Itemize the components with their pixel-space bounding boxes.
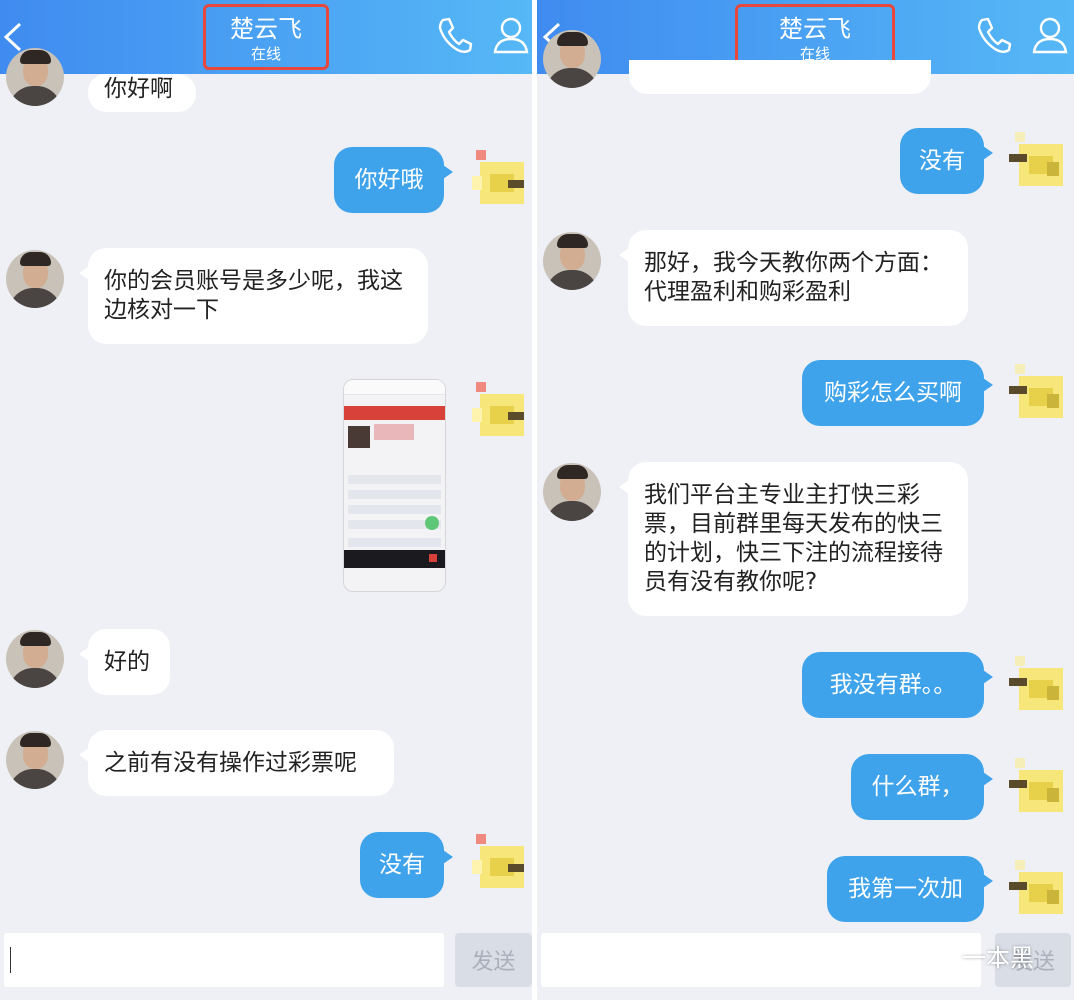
message-bubble-outgoing: 你好哦 [334,147,453,213]
contact-name: 楚云飞 [230,15,302,43]
message-text: 好的 [104,648,150,675]
message-bubble-incoming: 之前有没有操作过彩票呢 [79,730,394,796]
message-text: 你的会员账号是多少呢，我这边核对一下 [104,268,403,323]
message-bubble-incoming: 我们平台主专业主打快三彩票，目前群里每天发布的快三的计划，快三下注的流程接待员有… [619,462,968,616]
contact-avatar[interactable] [6,731,64,789]
message-bubble-outgoing: 我没有群。。 [802,652,993,718]
user-avatar-pixelated[interactable] [1007,860,1067,920]
message-text: 我第一次加 [848,875,963,902]
message-bubble-outgoing: 购彩怎么买啊 [802,360,993,426]
user-avatar-pixelated[interactable] [1007,364,1067,424]
phone-icon[interactable] [434,14,476,56]
profile-icon[interactable] [490,14,532,56]
message-bubble-incoming: 好的 [79,629,170,695]
user-avatar-pixelated[interactable] [1007,758,1067,818]
message-bubble-outgoing: 没有 [900,128,993,194]
user-avatar-pixelated[interactable] [468,834,528,894]
message-text: 我没有群。。 [829,671,957,698]
send-button[interactable]: 发送 [455,933,532,987]
user-avatar-pixelated[interactable] [1007,132,1067,192]
message-text: 我们平台主专业主打快三彩票，目前群里每天发布的快三的计划，快三下注的流程接待员有… [644,482,943,595]
text-caret [10,947,11,973]
contact-avatar[interactable] [6,48,64,106]
message-bubble-outgoing: 没有 [360,832,453,898]
contact-avatar[interactable] [543,232,601,290]
message-bubble-incoming: 你的会员账号是多少呢，我这边核对一下 [79,248,428,344]
user-avatar-pixelated[interactable] [468,150,528,210]
image-message-screenshot[interactable] [343,379,446,592]
contact-avatar[interactable] [543,463,601,521]
chat-header: 楚云飞 在线 [0,0,532,74]
message-text: 那好，我今天教你两个方面：代理盈利和购彩盈利 [644,250,943,305]
contact-name: 楚云飞 [779,15,851,43]
contact-avatar[interactable] [6,250,64,308]
watermark: 一本黑 [920,938,1034,973]
message-text: 什么群， [871,773,964,800]
chat-panel-right: 楚云飞 在线 没有 那好，我今天教你两个方面：代理盈利和购彩盈利 购彩怎么买啊 … [537,0,1074,1000]
contact-avatar[interactable] [543,30,601,88]
message-input[interactable] [4,933,444,987]
profile-icon[interactable] [1029,14,1071,56]
chat-panel-left: 楚云飞 在线 你好啊 你好哦 你的会员账号是多少呢，我这边核对一下 好的 之前有… [0,0,532,1000]
user-avatar-pixelated[interactable] [468,382,528,442]
message-text: 你好啊 [104,76,173,102]
online-status: 在线 [250,45,281,63]
wechat-logo-icon [920,942,951,967]
contact-avatar[interactable] [6,630,64,688]
message-bubble-incoming-partial [629,60,931,94]
contact-name-highlight[interactable]: 楚云飞 在线 [203,4,329,70]
message-bubble-incoming: 那好，我今天教你两个方面：代理盈利和购彩盈利 [619,230,968,326]
input-bar: 发送 [0,922,532,1000]
message-bubble-outgoing: 我第一次加 [827,856,993,922]
user-avatar-pixelated[interactable] [1007,656,1067,716]
message-text: 购彩怎么买啊 [824,379,962,406]
message-bubble-outgoing: 什么群， [851,754,993,820]
message-text: 没有 [919,147,965,174]
message-text: 之前有没有操作过彩票呢 [104,749,357,776]
message-text: 没有 [379,851,425,878]
message-input[interactable] [541,933,981,987]
message-text: 你好哦 [354,166,424,193]
message-bubble-incoming: 你好啊 [88,74,196,112]
watermark-text: 一本黑 [962,944,1034,972]
phone-icon[interactable] [973,14,1015,56]
